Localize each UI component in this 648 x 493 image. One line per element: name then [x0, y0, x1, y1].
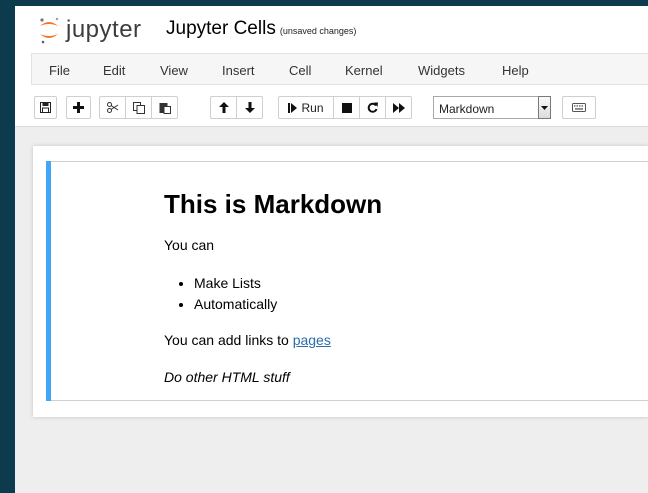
- cell-type-select[interactable]: Markdown: [433, 96, 551, 119]
- paste-icon: [159, 102, 171, 114]
- menu-cell[interactable]: Cell: [289, 63, 311, 78]
- markdown-list: Make Lists Automatically: [164, 273, 277, 315]
- interrupt-button[interactable]: [333, 96, 360, 119]
- notebook-header: jupyter Jupyter Cells (unsaved changes) F…: [15, 6, 648, 127]
- markdown-paragraph-links: You can add links to pages: [164, 332, 331, 348]
- move-up-button[interactable]: [210, 96, 237, 119]
- markdown-italic-text: Do other HTML stuff: [164, 369, 290, 385]
- pages-link[interactable]: pages: [293, 332, 331, 348]
- menu-bar: File Edit View Insert Cell Kernel Widget…: [31, 53, 648, 85]
- arrow-up-icon: [218, 102, 229, 113]
- menu-file[interactable]: File: [49, 63, 70, 78]
- paste-button[interactable]: [151, 96, 178, 119]
- insert-cell-button[interactable]: [66, 96, 91, 119]
- run-button-group: Run: [278, 96, 412, 119]
- command-palette-button[interactable]: [562, 96, 596, 119]
- cell-type-value: Markdown: [439, 102, 495, 116]
- move-button-group: [210, 96, 263, 119]
- menu-insert[interactable]: Insert: [222, 63, 255, 78]
- fast-forward-icon: [392, 102, 405, 113]
- markdown-heading: This is Markdown: [164, 189, 383, 219]
- notebook-name[interactable]: Jupyter Cells: [166, 18, 276, 39]
- edit-button-group: [99, 96, 178, 119]
- links-text: You can add links to: [164, 332, 293, 348]
- run-label: Run: [301, 100, 324, 115]
- notebook-page: This is Markdown You can Make Lists Auto…: [33, 146, 648, 417]
- notebook-window: jupyter Jupyter Cells (unsaved changes) F…: [15, 6, 648, 493]
- keyboard-icon: [572, 103, 586, 112]
- menu-widgets[interactable]: Widgets: [418, 63, 465, 78]
- save-status: (unsaved changes): [279, 26, 357, 36]
- cut-button[interactable]: [99, 96, 126, 119]
- restart-run-all-button[interactable]: [385, 96, 412, 119]
- copy-icon: [132, 101, 145, 114]
- selected-cell-indicator: [46, 161, 51, 401]
- menu-help[interactable]: Help: [502, 63, 529, 78]
- copy-button[interactable]: [125, 96, 152, 119]
- plus-icon: [73, 102, 84, 113]
- list-item: Automatically: [194, 294, 277, 315]
- jupyter-logo-icon: [40, 17, 59, 44]
- stop-icon: [341, 102, 352, 113]
- jupyter-logo[interactable]: jupyter: [38, 14, 142, 46]
- save-icon: [40, 102, 51, 113]
- menu-kernel[interactable]: Kernel: [345, 63, 383, 78]
- step-forward-icon: [288, 102, 298, 113]
- list-item: Make Lists: [194, 273, 277, 294]
- cut-icon: [106, 102, 118, 113]
- chevron-down-icon[interactable]: [538, 96, 551, 119]
- menu-edit[interactable]: Edit: [103, 63, 125, 78]
- arrow-down-icon: [244, 102, 255, 113]
- save-button[interactable]: [34, 96, 57, 119]
- move-down-button[interactable]: [236, 96, 263, 119]
- restart-icon: [367, 102, 378, 113]
- markdown-paragraph: You can: [164, 237, 215, 253]
- menu-view[interactable]: View: [160, 63, 188, 78]
- run-button[interactable]: Run: [278, 96, 334, 119]
- notebook-title-area[interactable]: Jupyter Cells (unsaved changes): [166, 18, 356, 40]
- restart-button[interactable]: [359, 96, 386, 119]
- markdown-cell[interactable]: This is Markdown You can Make Lists Auto…: [46, 161, 648, 401]
- logo-text: jupyter: [66, 16, 142, 43]
